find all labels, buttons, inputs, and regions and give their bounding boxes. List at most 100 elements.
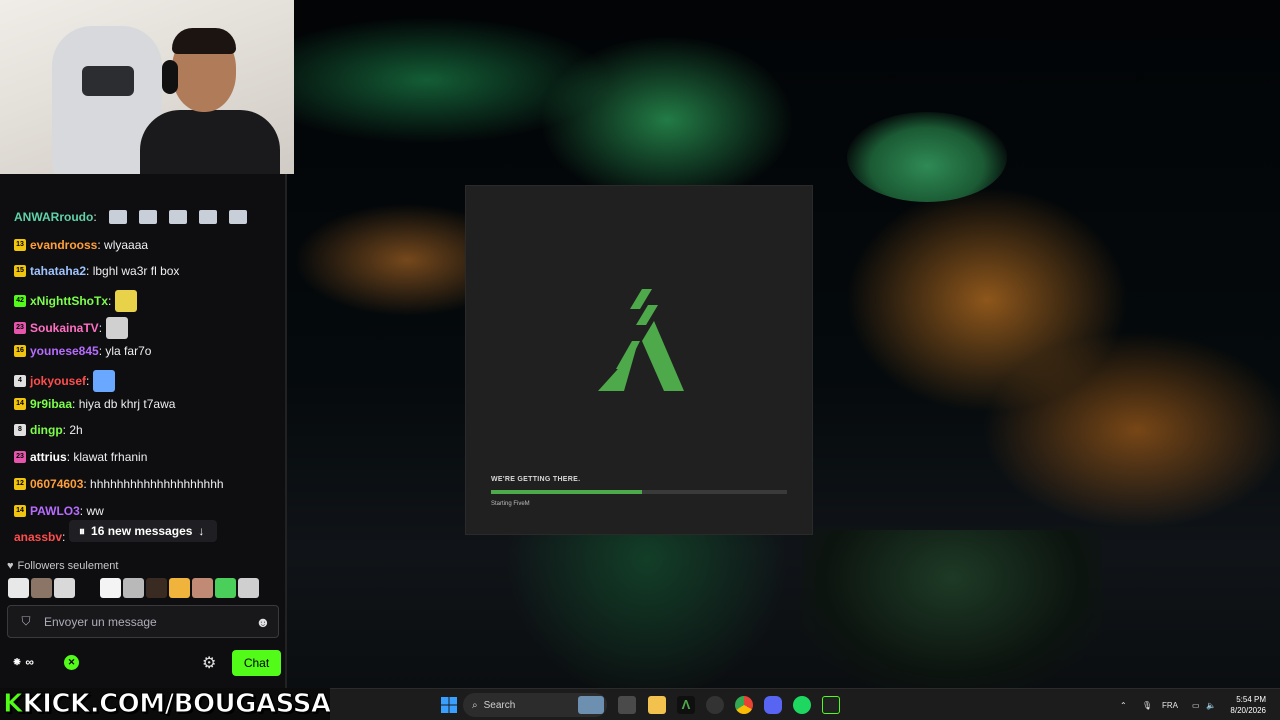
chat-input-box[interactable]: ⛉ ☻ bbox=[7, 605, 279, 638]
streamer-hair bbox=[172, 28, 236, 54]
chat-username[interactable]: dingp bbox=[30, 423, 63, 437]
chat-username[interactable]: jokyousef bbox=[30, 374, 86, 388]
emote[interactable] bbox=[215, 578, 236, 598]
chat-text: : bbox=[93, 210, 97, 224]
chat-username[interactable]: xNighttShoTx bbox=[30, 294, 108, 308]
chat-message: 23 attrius: klawat frhanin bbox=[14, 450, 147, 464]
emote[interactable] bbox=[54, 578, 75, 598]
subscriber-badge: 12 bbox=[14, 478, 26, 490]
windows-start-icon[interactable] bbox=[440, 696, 458, 714]
wallpaper-character-body bbox=[802, 530, 1102, 690]
channel-url-text: KICK.COM/BOUGASSAA bbox=[22, 689, 351, 720]
kick-channel-banner: KKICK.COM/BOUGASSAA bbox=[0, 688, 351, 720]
chat-emote bbox=[93, 370, 116, 392]
subscriber-badge: 42 bbox=[14, 295, 26, 307]
taskbar-clock[interactable]: 5:54 PM 8/20/2026 bbox=[1222, 694, 1266, 716]
fivem-app-icon[interactable]: Λ bbox=[677, 696, 695, 714]
settings-gear-icon[interactable]: ⚙ bbox=[202, 653, 216, 673]
chat-footer: ⁕ ∞ ✕ ⚙ Chat bbox=[0, 648, 287, 678]
emoji-picker-icon[interactable]: ☻ bbox=[248, 614, 278, 630]
chat-emote bbox=[228, 210, 247, 224]
emote[interactable] bbox=[192, 578, 213, 598]
chat-message: 14 9r9ibaa: hiya db khrj t7awa bbox=[14, 397, 175, 411]
language-indicator[interactable]: FRA bbox=[1162, 689, 1178, 720]
emote[interactable] bbox=[169, 578, 190, 598]
kick-badge-icon[interactable]: ✕ bbox=[64, 655, 79, 670]
shield-icon[interactable]: ⛉ bbox=[8, 614, 44, 629]
subscriber-badge: 13 bbox=[14, 239, 26, 251]
kick-studio-icon[interactable] bbox=[822, 696, 840, 714]
clock-time: 5:54 PM bbox=[1236, 695, 1266, 704]
microphone-icon[interactable]: 🎙 bbox=[1142, 689, 1152, 720]
subscriber-badge: 23 bbox=[14, 451, 26, 463]
chat-emote bbox=[106, 317, 129, 339]
network-icon[interactable]: ▭ bbox=[1192, 689, 1200, 720]
emote[interactable] bbox=[123, 578, 144, 598]
chat-username[interactable]: SoukainaTV bbox=[30, 321, 99, 335]
subscriber-badge: 14 bbox=[14, 505, 26, 517]
task-view-icon[interactable] bbox=[618, 696, 636, 714]
emote[interactable] bbox=[31, 578, 52, 598]
new-messages-button[interactable]: ⏸ 16 new messages ↓ bbox=[69, 520, 217, 542]
kick-logo-letter: K bbox=[3, 689, 24, 720]
subscriber-badge: 16 bbox=[14, 345, 26, 357]
chat-username[interactable]: PAWLO3 bbox=[30, 504, 80, 518]
chat-message-input[interactable] bbox=[44, 614, 248, 629]
chat-emote bbox=[115, 290, 138, 312]
discord-icon[interactable] bbox=[764, 696, 782, 714]
spotify-icon[interactable] bbox=[793, 696, 811, 714]
obs-icon[interactable] bbox=[706, 696, 724, 714]
chat-text: : wlyaaaa bbox=[97, 238, 149, 252]
fivem-loading-window: WE'RE GETTING THERE. Starting FiveM bbox=[465, 185, 813, 535]
show-hidden-icons-chevron-icon[interactable]: ⌃ bbox=[1120, 689, 1127, 720]
clock-date: 8/20/2026 bbox=[1230, 706, 1266, 715]
chat-emote bbox=[108, 210, 127, 224]
chat-emote bbox=[138, 210, 157, 224]
chat-message: 4 jokyousef: bbox=[14, 370, 116, 392]
webcam-feed bbox=[0, 0, 294, 174]
search-placeholder: Search bbox=[483, 699, 516, 711]
chat-text: : bbox=[98, 321, 103, 335]
file-explorer-icon[interactable] bbox=[648, 696, 666, 714]
subscriber-badge: 4 bbox=[14, 375, 26, 387]
channel-points-icon[interactable]: ⁕ ∞ bbox=[12, 655, 34, 669]
search-icon: ⌕ bbox=[472, 699, 478, 711]
pause-icon: ⏸ bbox=[79, 523, 86, 538]
chat-messages[interactable]: ANWARroudo: 13 evandrooss: wlyaaaa 15 tahata… bbox=[0, 174, 287, 554]
screen: WE'RE GETTING THERE. Starting FiveM ANWA… bbox=[0, 0, 1280, 720]
chat-text: : 2h bbox=[62, 423, 83, 437]
volume-icon[interactable]: 🔈 bbox=[1206, 689, 1216, 720]
chat-username[interactable]: tahataha2 bbox=[30, 264, 86, 278]
subscriber-badge: 23 bbox=[14, 322, 26, 334]
chat-username[interactable]: younese845 bbox=[30, 344, 99, 358]
emote[interactable] bbox=[146, 578, 167, 598]
emote[interactable] bbox=[100, 578, 121, 598]
emote[interactable] bbox=[238, 578, 259, 598]
chat-username[interactable]: attrius bbox=[30, 450, 67, 464]
send-chat-button[interactable]: Chat bbox=[232, 650, 281, 676]
chat-username[interactable]: ANWARroudo bbox=[14, 210, 93, 224]
chat-username[interactable]: evandrooss bbox=[30, 238, 97, 252]
chair-cushion bbox=[82, 66, 134, 96]
loading-progress-fill bbox=[491, 490, 642, 494]
chat-username[interactable]: anassbv bbox=[14, 530, 62, 544]
chat-message: 16 younese845: yla far7o bbox=[14, 344, 151, 358]
chat-message: 14 PAWLO3: ww bbox=[14, 504, 104, 518]
heart-icon: ♥ bbox=[7, 560, 14, 572]
chat-emote bbox=[198, 210, 217, 224]
chat-username[interactable]: 9r9ibaa bbox=[30, 397, 72, 411]
search-highlight-icon bbox=[578, 696, 604, 714]
loading-caption: WE'RE GETTING THERE. bbox=[491, 476, 581, 483]
chrome-icon[interactable] bbox=[735, 696, 753, 714]
chat-text: : hiya db khrj t7awa bbox=[72, 397, 176, 411]
chat-message: 23 SoukainaTV: bbox=[14, 317, 129, 339]
channel-url: KKICK.COM/BOUGASSAA bbox=[3, 689, 352, 720]
emote[interactable] bbox=[8, 578, 29, 598]
chat-text: : yla far7o bbox=[98, 344, 152, 358]
chat-username[interactable]: 06074603 bbox=[30, 477, 83, 491]
chat-message: anassbv: bbox=[14, 530, 65, 544]
chat-mode-indicator: ♥ Followers seulement bbox=[7, 560, 118, 572]
subscriber-badge: 15 bbox=[14, 265, 26, 277]
emote[interactable] bbox=[77, 578, 98, 598]
chat-message: 8 dingp: 2h bbox=[14, 423, 83, 437]
